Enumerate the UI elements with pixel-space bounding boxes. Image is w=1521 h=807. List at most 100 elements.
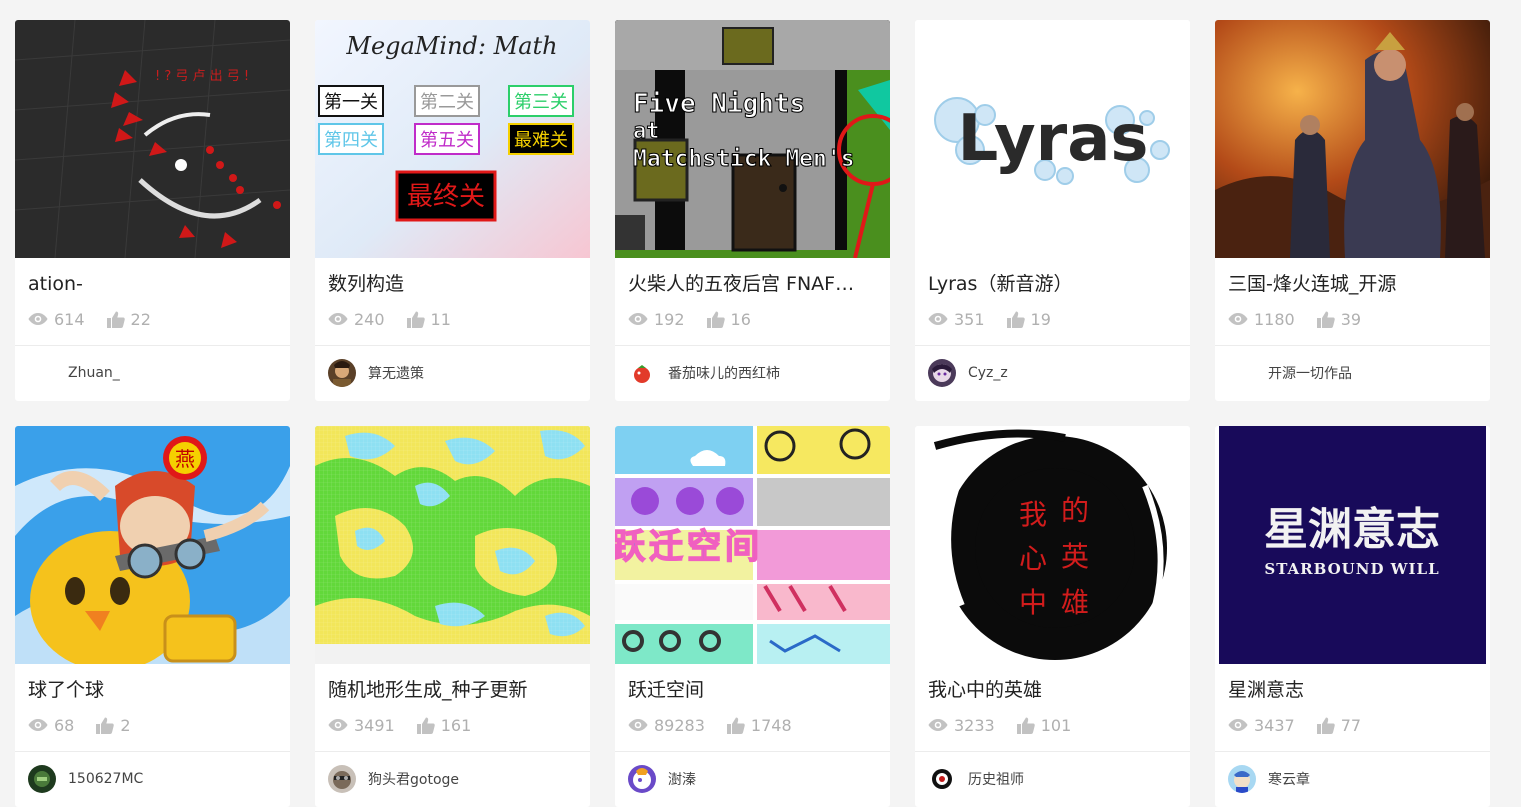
thumbs-up-icon — [1316, 717, 1335, 734]
project-card[interactable]: 星渊意志 STARBOUND WILL 星渊意志 3437 77 寒云章 — [1215, 426, 1490, 807]
eye-icon — [1228, 313, 1248, 325]
svg-text:at: at — [633, 119, 660, 144]
author-link[interactable]: 寒云章 — [1228, 764, 1310, 794]
project-title[interactable]: 火柴人的五夜后宫 FNAF… — [628, 271, 877, 297]
view-count: 351 — [928, 310, 985, 329]
eye-icon — [1228, 719, 1248, 731]
avatar — [928, 765, 956, 793]
view-count-value: 351 — [954, 309, 985, 329]
project-title[interactable]: 我心中的英雄 — [928, 677, 1177, 703]
view-count: 3437 — [1228, 716, 1295, 735]
svg-text:英: 英 — [1061, 540, 1089, 573]
eye-icon — [328, 313, 348, 325]
project-title[interactable]: 数列构造 — [328, 271, 577, 297]
project-thumbnail[interactable]: MegaMind: Math 第一关 第二关 第三关 第四关 第五关 最难关 最… — [315, 20, 590, 258]
author-name: 寒云章 — [1268, 772, 1310, 788]
author-name: Cyz_z — [968, 365, 1008, 381]
divider — [915, 345, 1190, 346]
view-count: 1180 — [1228, 310, 1295, 329]
project-title[interactable]: 星渊意志 — [1228, 677, 1477, 703]
eye-icon — [28, 719, 48, 731]
svg-text:跃迁空间: 跃迁空间 — [615, 527, 763, 567]
project-card[interactable]: Lyras Lyras（新音游） 351 19 Cyz_z — [915, 20, 1190, 401]
thumbs-up-icon — [416, 717, 435, 734]
project-title[interactable]: ation- — [28, 271, 277, 297]
avatar — [28, 359, 56, 387]
project-thumbnail[interactable]: Five Nights at Matchstick Men's — [615, 20, 890, 258]
author-link[interactable]: Cyz_z — [928, 358, 1008, 388]
like-count-value: 22 — [130, 309, 151, 329]
author-name: Zhuan_ — [68, 365, 120, 381]
like-count[interactable]: 19 — [1006, 309, 1051, 329]
project-title[interactable]: Lyras（新音游） — [928, 271, 1177, 297]
like-count[interactable]: 77 — [1316, 716, 1361, 735]
project-title[interactable]: 三国-烽火连城_开源 — [1228, 271, 1477, 297]
thumbs-up-icon — [1006, 311, 1025, 328]
project-card[interactable]: 三国-烽火连城_开源 1180 39 开源一切作品 — [1215, 20, 1490, 401]
svg-text:心: 心 — [1019, 542, 1047, 575]
thumbs-up-icon — [106, 311, 125, 328]
project-card[interactable]: 随机地形生成_种子更新 3491 161 狗头君gotoge — [315, 426, 590, 807]
avatar — [1228, 359, 1256, 387]
project-thumbnail[interactable]: 我 心 中 的 英 雄 — [915, 426, 1190, 664]
project-card[interactable]: 跃迁空间 跃迁空间 89283 1748 澍溱 — [615, 426, 890, 807]
project-thumbnail[interactable]: 星渊意志 STARBOUND WILL — [1215, 426, 1490, 664]
author-link[interactable]: 历史祖师 — [928, 764, 1024, 794]
project-thumbnail[interactable]: ! ? 弓 卢 出 弓 ! — [15, 20, 290, 258]
project-stats: 3491 161 — [328, 713, 577, 737]
project-card[interactable]: MegaMind: Math 第一关 第二关 第三关 第四关 第五关 最难关 最… — [315, 20, 590, 401]
author-link[interactable]: 开源一切作品 — [1228, 358, 1352, 388]
author-name: 狗头君gotoge — [368, 772, 460, 788]
view-count: 68 — [28, 716, 74, 735]
project-thumbnail[interactable]: Lyras — [915, 20, 1190, 258]
like-count-value: 19 — [1030, 309, 1051, 329]
avatar — [328, 765, 356, 793]
svg-text:最终关: 最终关 — [407, 182, 485, 212]
svg-text:! ? 弓 卢 出 弓 !: ! ? 弓 卢 出 弓 ! — [155, 68, 249, 84]
thumbs-up-icon — [96, 717, 115, 734]
thumbs-up-icon — [726, 717, 745, 734]
eye-icon — [28, 313, 48, 325]
author-link[interactable]: 算无遗策 — [328, 358, 424, 388]
project-title[interactable]: 跃迁空间 — [628, 677, 877, 703]
project-card[interactable]: ! ? 弓 卢 出 弓 ! ation- 614 22 Zhuan_ — [15, 20, 290, 401]
svg-text:第三关: 第三关 — [514, 92, 568, 113]
svg-text:的: 的 — [1061, 494, 1089, 527]
view-count-value: 240 — [354, 309, 385, 329]
like-count[interactable]: 1748 — [726, 716, 792, 735]
like-count[interactable]: 39 — [1316, 310, 1361, 329]
svg-text:STARBOUND WILL: STARBOUND WILL — [1264, 560, 1439, 578]
author-link[interactable]: 澍溱 — [628, 764, 696, 794]
project-thumbnail[interactable] — [315, 426, 590, 664]
avatar — [28, 765, 56, 793]
author-link[interactable]: 番茄味儿的西红柿 — [628, 358, 780, 388]
project-thumbnail[interactable]: 跃迁空间 — [615, 426, 890, 664]
author-link[interactable]: 150627MC — [28, 764, 143, 794]
like-count[interactable]: 22 — [106, 309, 151, 329]
svg-text:燕: 燕 — [175, 447, 195, 471]
project-stats: 192 16 — [628, 307, 877, 331]
thumb-heading: MegaMind: Math — [345, 32, 557, 60]
like-count[interactable]: 16 — [706, 310, 751, 329]
project-title[interactable]: 球了个球 — [28, 677, 277, 703]
divider — [1215, 345, 1490, 346]
view-count-value: 3233 — [954, 715, 995, 735]
like-count[interactable]: 101 — [1016, 716, 1071, 735]
project-card[interactable]: Five Nights at Matchstick Men's 火柴人的五夜后宫… — [615, 20, 890, 401]
like-count-value: 161 — [440, 715, 472, 735]
project-thumbnail[interactable] — [1215, 20, 1490, 258]
eye-icon — [928, 313, 948, 325]
project-title[interactable]: 随机地形生成_种子更新 — [328, 677, 577, 703]
project-card[interactable]: 我 心 中 的 英 雄 我心中的英雄 3233 101 历史祖师 — [915, 426, 1190, 807]
svg-text:最难关: 最难关 — [514, 130, 568, 151]
view-count-value: 3437 — [1254, 715, 1295, 735]
project-thumbnail[interactable]: 燕 — [15, 426, 290, 664]
like-count[interactable]: 11 — [406, 310, 451, 329]
project-card[interactable]: 燕 球了个球 68 2 150627MC — [15, 426, 290, 807]
like-count[interactable]: 2 — [96, 715, 131, 735]
author-link[interactable]: 狗头君gotoge — [328, 764, 459, 794]
like-count-value: 2 — [120, 715, 131, 735]
author-link[interactable]: Zhuan_ — [28, 358, 120, 388]
view-count-value: 614 — [54, 309, 85, 329]
like-count[interactable]: 161 — [416, 715, 472, 735]
